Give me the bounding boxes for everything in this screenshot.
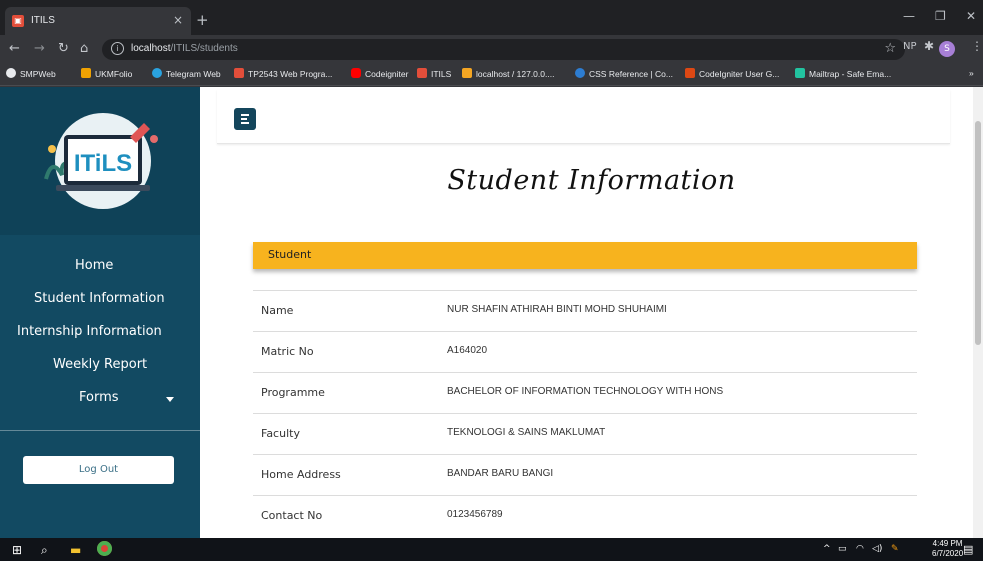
bookmark-star-icon[interactable]: ☆ [884,41,896,56]
back-icon[interactable]: ← [9,41,20,56]
tab-title: ITILS [31,15,55,26]
browser-tab[interactable]: ▣ ITILS × [5,7,191,35]
bookmark-item[interactable]: CSS Reference | Co... [575,68,673,79]
bookmark-item[interactable]: SMPWeb [6,68,56,79]
itils-logo: ITiLS [44,113,158,209]
clock-time: 4:49 PM [932,539,963,548]
bookmark-item[interactable]: localhost / 127.0.0.... [462,68,554,79]
bookmark-item[interactable]: TP2543 Web Progra... [234,68,332,79]
restore-icon[interactable]: ❐ [935,9,946,23]
bookmark-item[interactable]: CodeIgniter User G... [685,68,779,79]
volume-icon[interactable]: ◁) [872,544,882,554]
search-icon[interactable]: ⌕ [41,543,48,558]
logout-button[interactable]: Log Out [23,456,174,484]
ukmfolio-icon [81,68,91,78]
bookmark-item[interactable]: Codeigniter [351,68,408,79]
student-card-header: Student [253,242,917,269]
battery-icon[interactable]: ▭ [838,544,847,554]
extensions-puzzle-icon[interactable]: ✱ [924,39,934,53]
sidebar-divider [0,430,200,431]
row-label: Contact No [261,509,323,522]
sidebar-item-student-information[interactable]: Student Information [34,291,165,306]
smpweb-icon [6,68,16,78]
info-row: Programme BACHELOR OF INFORMATION TECHNO… [253,372,917,413]
bookmarks-bar: SMPWeb UKMFolio Telegram Web TP2543 Web … [0,64,983,86]
info-row: Faculty TEKNOLOGI & SAINS MAKLUMAT [253,413,917,454]
action-center-icon[interactable]: ▤ [963,543,973,556]
extension-np[interactable]: NP [903,41,917,52]
info-row: Home Address BANDAR BARU BANGI [253,454,917,495]
row-value: A164020 [447,345,488,356]
row-value: BANDAR BARU BANGI [447,468,554,479]
sidebar-toggle-button[interactable] [234,108,256,130]
window-close-icon[interactable]: ✕ [966,9,976,23]
row-label: Faculty [261,427,300,440]
row-value: TEKNOLOGI & SAINS MAKLUMAT [447,427,606,438]
profile-avatar[interactable]: S [939,41,955,57]
new-tab-button[interactable]: + [196,11,209,29]
sidebar-item-home[interactable]: Home [75,258,113,273]
css-reference-icon [575,68,585,78]
sidebar-item-weekly-report[interactable]: Weekly Report [53,357,147,372]
browser-menu-icon[interactable]: ⋮ [971,39,983,53]
sidebar-item-forms[interactable]: Forms [79,390,119,405]
sidebar: ITiLS Home Student Information Internshi… [0,87,200,538]
bookmark-item[interactable]: UKMFolio [81,68,132,79]
tray-chevron-icon[interactable]: ^ [823,544,831,554]
address-toolbar: ← → ↻ ⌂ i localhost/ITILS/students ☆ [0,35,983,64]
page-title: Student Information [447,165,736,196]
notification-app-icon[interactable]: ✎ [891,544,899,554]
caret-down-icon[interactable] [166,397,174,402]
taskbar-clock[interactable]: 4:49 PM 6/7/2020 [932,539,963,559]
row-label: Matric No [261,345,314,358]
reload-icon[interactable]: ↻ [58,41,69,56]
home-icon[interactable]: ⌂ [80,41,88,56]
minimize-icon[interactable]: — [903,9,915,23]
row-value: BACHELOR OF INFORMATION TECHNOLOGY WITH … [447,386,724,397]
url-text: localhost/ITILS/students [131,43,238,54]
codeigniter-icon [685,68,695,78]
site-info-icon[interactable]: i [111,42,124,55]
mailtrap-icon [795,68,805,78]
itils-favicon-icon: ▣ [12,15,24,27]
wifi-icon[interactable]: ◠ [856,544,864,554]
bookmark-item[interactable]: ITILS [417,68,451,79]
clock-date: 6/7/2020 [932,549,964,558]
windows-taskbar: ⊞ ⌕ ▬ ^ ▭ ◠ ◁) ✎ 4:49 PM 6/7/2020 ▤ [0,538,983,561]
file-explorer-icon[interactable]: ▬ [70,543,81,557]
tp2543-icon [234,68,244,78]
info-row: Contact No 0123456789 [253,495,917,536]
row-label: Home Address [261,468,341,481]
youtube-icon [351,68,361,78]
windows-start-icon[interactable]: ⊞ [12,543,22,557]
tab-close-icon[interactable]: × [173,13,183,27]
telegram-icon [152,68,162,78]
logo-text: ITiLS [74,150,132,177]
bookmark-item[interactable]: Telegram Web [152,68,221,79]
info-row: Matric No A164020 [253,331,917,372]
bookmark-item[interactable]: Mailtrap - Safe Ema... [795,68,891,79]
top-navbar [217,90,950,144]
chrome-taskbar-icon[interactable] [97,541,112,556]
card-header-title: Student [268,248,312,261]
bookmarks-overflow[interactable]: » [969,68,974,78]
itils-icon [417,68,427,78]
tab-strip: ▣ ITILS × + — ❐ ✕ [0,0,983,35]
page-scrollbar[interactable] [973,87,983,538]
browser-window: ▣ ITILS × + — ❐ ✕ ← → ↻ ⌂ i localhost/IT… [0,0,983,538]
phpmyadmin-icon [462,68,472,78]
page-viewport: ITiLS Home Student Information Internshi… [0,87,983,538]
info-row: Name NUR SHAFIN ATHIRAH BINTI MOHD SHUHA… [253,290,917,331]
sidebar-item-internship-information[interactable]: Internship Information [17,324,162,339]
forward-icon[interactable]: → [34,41,45,56]
row-value: 0123456789 [447,509,503,520]
row-label: Name [261,304,294,317]
scrollbar-thumb[interactable] [975,121,981,345]
row-value: NUR SHAFIN ATHIRAH BINTI MOHD SHUHAIMI [447,304,667,315]
row-label: Programme [261,386,325,399]
address-bar[interactable]: i localhost/ITILS/students ☆ [102,39,905,60]
logo-area: ITiLS [0,87,200,235]
main-content: Student Information Student Name NUR SHA… [200,87,983,538]
